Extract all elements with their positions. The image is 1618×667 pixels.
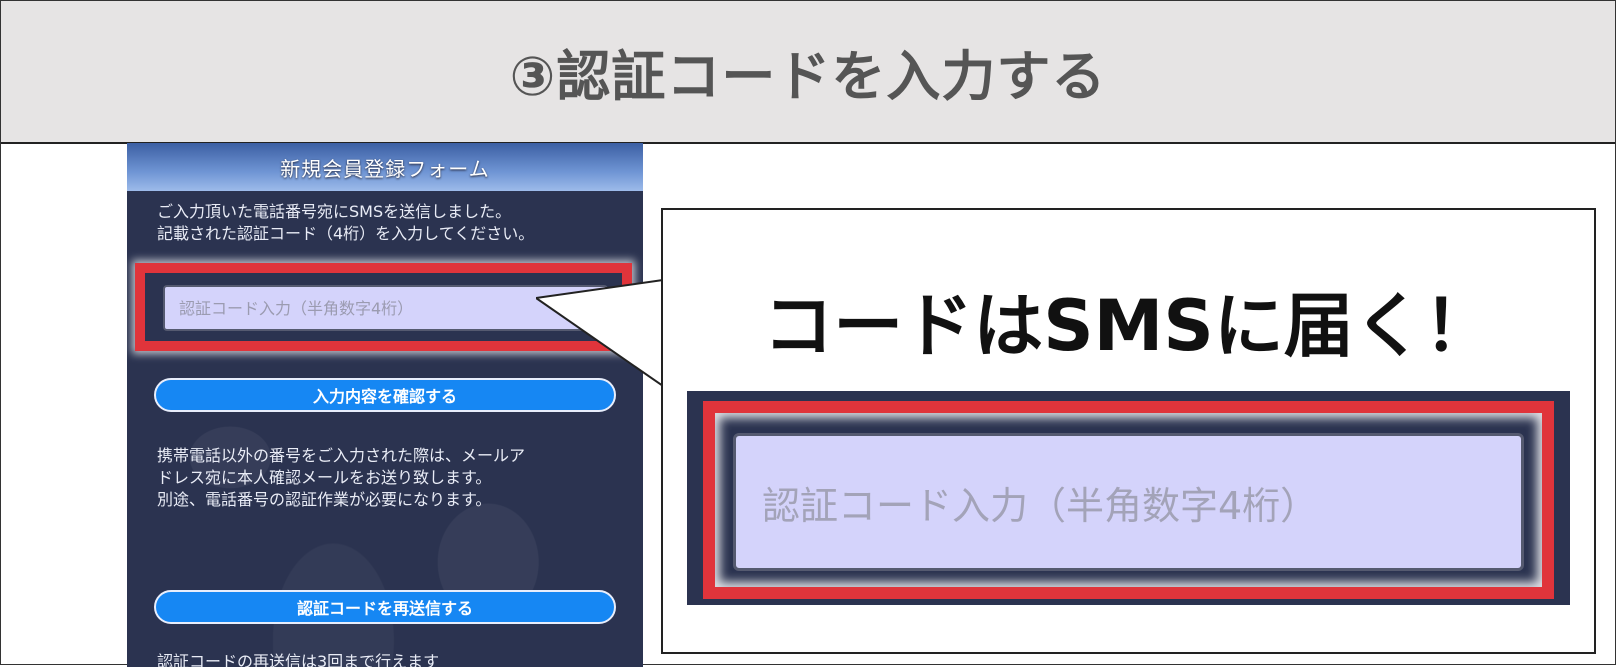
callout-pointer xyxy=(536,278,665,388)
resend-limit-text: 認証コードの再送信は3回まで行えます xyxy=(157,652,440,667)
zoomed-input-highlight: 認証コード入力（半角数字4桁） xyxy=(703,401,1554,599)
step-header: ③認証コードを入力する xyxy=(1,1,1615,144)
callout-box: コードはSMSに届く！ 認証コード入力（半角数字4桁） xyxy=(661,208,1596,654)
zoomed-code-input: 認証コード入力（半角数字4桁） xyxy=(733,433,1524,571)
step-title: ③認証コードを入力する xyxy=(509,45,1107,108)
sms-instruction: ご入力頂いた電話番号宛にSMSを送信しました。 記載された認証コード（4桁）を入… xyxy=(157,202,535,243)
zoomed-input-panel: 認証コード入力（半角数字4桁） xyxy=(687,391,1570,605)
form-header: 新規会員登録フォーム xyxy=(127,143,643,191)
notice-text: 携帯電話以外の番号をご入力された際は、メールア ドレス宛に本人確認メールをお送り… xyxy=(157,446,526,509)
phone-screenshot: 新規会員登録フォーム ご入力頂いた電話番号宛にSMSを送信しました。 記載された… xyxy=(127,143,643,667)
form-title: 新規会員登録フォーム xyxy=(280,156,490,181)
callout-text: コードはSMSに届く！ xyxy=(763,285,1494,367)
resend-code-button[interactable]: 認証コードを再送信する xyxy=(154,590,616,624)
